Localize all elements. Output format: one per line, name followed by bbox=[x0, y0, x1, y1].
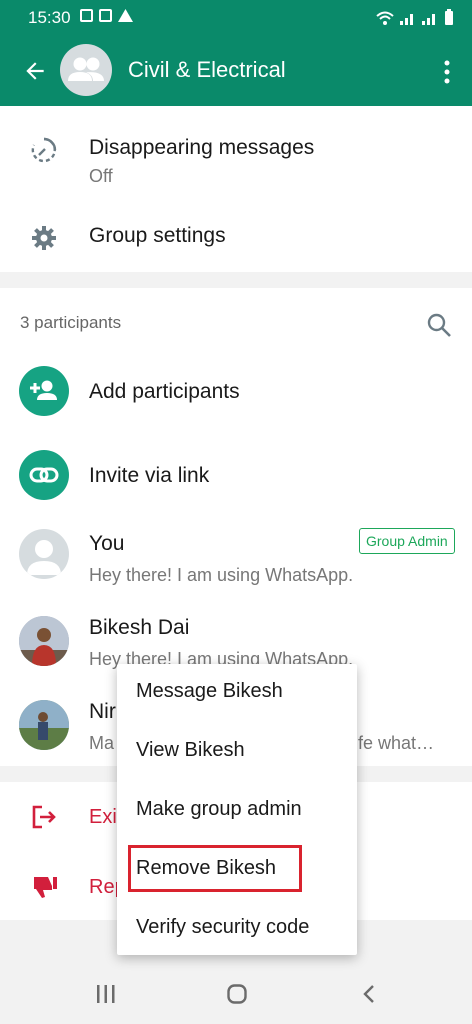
participant-status: Ma bbox=[89, 733, 115, 753]
image-notification-icon bbox=[80, 9, 93, 22]
add-participants-label: Add participants bbox=[89, 380, 240, 403]
disappearing-messages-value: Off bbox=[89, 166, 113, 186]
recent-apps-icon[interactable] bbox=[96, 985, 116, 1003]
more-vert-icon[interactable] bbox=[444, 60, 450, 84]
invite-link-label: Invite via link bbox=[89, 464, 210, 487]
photo-avatar-icon bbox=[19, 700, 69, 750]
warning-icon bbox=[118, 9, 133, 22]
photo-avatar-icon bbox=[19, 616, 69, 666]
gear-icon bbox=[32, 226, 56, 250]
home-icon[interactable] bbox=[227, 984, 247, 1004]
participant-name: Nir bbox=[89, 700, 116, 723]
battery-icon bbox=[445, 9, 453, 25]
link-icon bbox=[29, 467, 59, 483]
participants-count: 3 participants bbox=[20, 313, 122, 332]
avatar bbox=[19, 529, 69, 579]
group-avatar[interactable] bbox=[60, 44, 112, 96]
participant-context-menu: Message Bikesh View Bikesh Make group ad… bbox=[117, 664, 357, 955]
add-person-icon bbox=[30, 380, 57, 400]
status-bar: 15:30 bbox=[0, 0, 472, 34]
avatar bbox=[19, 700, 69, 750]
participant-status-tail: fe what… bbox=[358, 733, 435, 753]
participant-name: You bbox=[89, 532, 125, 555]
disappearing-messages-row[interactable]: Disappearing messages Off bbox=[0, 106, 472, 202]
back-nav-icon[interactable] bbox=[362, 984, 376, 1004]
signal-icon bbox=[400, 14, 413, 25]
invite-link-row[interactable]: Invite via link bbox=[0, 446, 472, 504]
signal-2-icon bbox=[422, 14, 435, 25]
menu-item-make-admin[interactable]: Make group admin bbox=[136, 798, 302, 821]
menu-item-view[interactable]: View Bikesh bbox=[136, 739, 245, 762]
settings-card: Disappearing messages Off Group settings bbox=[0, 106, 472, 272]
group-title[interactable]: Civil & Electrical bbox=[128, 57, 286, 83]
avatar bbox=[19, 616, 69, 666]
app-bar: Civil & Electrical bbox=[0, 34, 472, 106]
participant-name: Bikesh Dai bbox=[89, 616, 190, 639]
participant-status: Hey there! I am using WhatsApp. bbox=[89, 565, 354, 585]
add-participants-avatar bbox=[19, 366, 69, 416]
participant-row[interactable]: Bikesh Dai Hey there! I am using WhatsAp… bbox=[0, 612, 472, 672]
disappearing-messages-label: Disappearing messages bbox=[89, 136, 315, 159]
sim-notification-icon bbox=[99, 9, 112, 22]
status-notification-icons bbox=[80, 9, 133, 22]
status-time: 15:30 bbox=[28, 8, 71, 27]
default-avatar-icon bbox=[27, 540, 61, 575]
status-system-icons bbox=[376, 9, 454, 25]
add-participants-row[interactable]: Add participants bbox=[0, 362, 472, 420]
system-nav-bar bbox=[0, 964, 472, 1024]
search-icon[interactable] bbox=[426, 312, 452, 338]
timer-icon bbox=[31, 137, 57, 163]
group-admin-badge: Group Admin bbox=[359, 528, 455, 554]
back-arrow-icon[interactable] bbox=[22, 58, 48, 84]
group-settings-label: Group settings bbox=[89, 224, 226, 247]
remove-highlight-box bbox=[128, 845, 302, 892]
group-settings-row[interactable]: Group settings bbox=[0, 202, 472, 272]
menu-item-verify-security[interactable]: Verify security code bbox=[136, 916, 309, 939]
wifi-icon bbox=[376, 11, 394, 25]
exit-group-label: Exi bbox=[89, 806, 117, 828]
menu-item-message[interactable]: Message Bikesh bbox=[136, 680, 283, 703]
thumb-down-icon bbox=[34, 877, 57, 898]
invite-link-avatar bbox=[19, 450, 69, 500]
exit-icon bbox=[32, 805, 56, 829]
group-avatar-icon bbox=[68, 57, 104, 81]
